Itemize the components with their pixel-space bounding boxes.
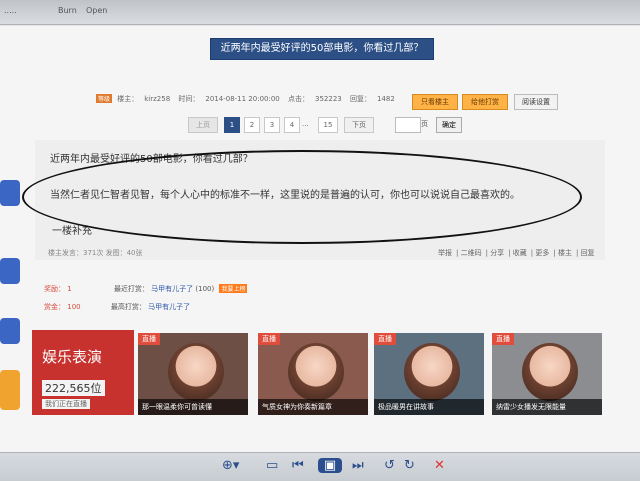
streamer-thumbnail	[522, 343, 578, 401]
reward-value: 1	[67, 285, 72, 293]
reward-row: 奖励： 1 最近打赏： 马甲有儿子了 (100) 我要上榜	[44, 284, 248, 294]
post-stats: 楼主发言：371次 发图：40张	[48, 249, 143, 257]
pager-prev[interactable]: 上页	[188, 117, 218, 133]
live-subtitle: 我们正在直播	[42, 399, 90, 409]
side-promo-icon[interactable]	[0, 258, 20, 284]
rotate-right-icon[interactable]: ↻	[404, 458, 415, 473]
time-label: 时间：	[178, 95, 200, 103]
recent-tip-amount: (100)	[195, 285, 215, 293]
only-op-button[interactable]: 只看楼主	[412, 94, 458, 110]
side-promo-icon[interactable]	[0, 180, 20, 206]
live-badge: 直播	[138, 333, 160, 345]
pager-ellipsis: ...	[302, 120, 309, 128]
live-card[interactable]: 直播 气质女神为你奏新篇章	[258, 333, 368, 415]
recent-tip-user[interactable]: 马甲有儿子了	[151, 285, 193, 293]
window-toolbar: ..... Burn Open	[0, 0, 640, 25]
pager-page-3[interactable]: 3	[264, 117, 280, 133]
live-card-caption: 气质女神为你奏新篇章	[258, 399, 368, 415]
post-actions: 举报 | 二维码 | 分享 | 收藏 | 更多 | 楼主 | 回复	[438, 249, 595, 257]
live-card[interactable]: 直播 纳雷少女播发无限能量	[492, 333, 602, 415]
streamer-thumbnail	[288, 343, 344, 401]
streamer-thumbnail	[168, 343, 224, 401]
live-card-caption: 极品暖男在讲故事	[374, 399, 484, 415]
live-card[interactable]: 直播 那一眼温柔你可曾读懂	[138, 333, 248, 415]
fit-icon[interactable]: ▭	[266, 458, 278, 473]
pager-page-15[interactable]: 15	[318, 117, 338, 133]
menu-item-file[interactable]: .....	[4, 6, 17, 15]
menu-item-open[interactable]: Open	[86, 6, 107, 15]
pager-page-1[interactable]: 1	[224, 117, 240, 133]
streamer-thumbnail	[404, 343, 460, 401]
rotate-left-icon[interactable]: ↺	[384, 458, 395, 473]
pager-page-2[interactable]: 2	[244, 117, 260, 133]
bounty-value: 100	[67, 303, 81, 311]
slideshow-icon[interactable]: ▣	[318, 458, 342, 473]
menu-item-burn[interactable]: Burn	[58, 6, 77, 15]
previous-icon[interactable]: ⏮	[292, 458, 304, 473]
report-link[interactable]: 举报	[438, 249, 452, 257]
time-value: 2014-08-11 20:00:00	[205, 95, 280, 103]
live-badge: 直播	[374, 333, 396, 345]
hits-value: 352223	[315, 95, 342, 103]
top-tip-label: 最高打赏：	[110, 303, 146, 311]
live-card-caption: 那一眼温柔你可曾读懂	[138, 399, 248, 415]
side-promo-icon[interactable]	[0, 318, 20, 344]
hand-drawn-ellipse	[22, 150, 582, 244]
entertainment-panel[interactable]: 娱乐表演 222,565位 我们正在直播	[32, 330, 134, 415]
replies-label: 回复：	[349, 95, 371, 103]
qrcode-link[interactable]: 二维码	[461, 249, 482, 257]
pager-page-4[interactable]: 4	[284, 117, 300, 133]
bounty-label: 赏金：	[44, 303, 65, 311]
live-badge: 直播	[492, 333, 514, 345]
hits-label: 点击：	[288, 95, 309, 103]
page-confirm-button[interactable]: 确定	[436, 117, 462, 133]
tip-button[interactable]: 给他打赏	[462, 94, 508, 110]
reading-settings-button[interactable]: 阅读设置	[514, 94, 558, 110]
author-name[interactable]: kirz258	[144, 95, 170, 103]
live-card[interactable]: 直播 极品暖男在讲故事	[374, 333, 484, 415]
page-number-input[interactable]	[395, 117, 421, 133]
favorite-link[interactable]: 收藏	[513, 249, 527, 257]
op-link[interactable]: 楼主	[558, 249, 572, 257]
entertainment-title: 娱乐表演	[42, 348, 103, 366]
viewer-count: 222,565位	[42, 380, 105, 396]
live-badge: 直播	[258, 333, 280, 345]
recent-tip-label: 最近打赏：	[113, 285, 149, 293]
live-card-caption: 纳雷少女播发无限能量	[492, 399, 602, 415]
zoom-icon[interactable]: ⊕▾	[222, 458, 239, 473]
next-icon[interactable]: ⏭	[352, 458, 364, 473]
pager-next[interactable]: 下页	[344, 117, 374, 133]
delete-icon[interactable]: ✕	[434, 458, 445, 473]
bounty-row: 赏金： 100 最高打赏： 马甲有儿子了	[44, 302, 190, 312]
top-tip-user[interactable]: 马甲有儿子了	[148, 303, 190, 311]
side-promo-icon[interactable]	[0, 370, 20, 410]
replies-value: 1482	[376, 95, 395, 103]
level-badge: 等级	[96, 94, 113, 103]
page-label: 页	[421, 120, 428, 128]
more-link[interactable]: 更多	[535, 249, 549, 257]
reply-link[interactable]: 回复	[581, 249, 595, 257]
author-label: 楼主：	[117, 95, 139, 103]
reward-label: 奖励：	[44, 285, 65, 293]
share-link[interactable]: 分享	[490, 249, 504, 257]
leaderboard-tag[interactable]: 我要上榜	[219, 284, 248, 293]
thread-title-bar: 近两年内最受好评的50部电影，你看过几部？	[210, 38, 434, 60]
